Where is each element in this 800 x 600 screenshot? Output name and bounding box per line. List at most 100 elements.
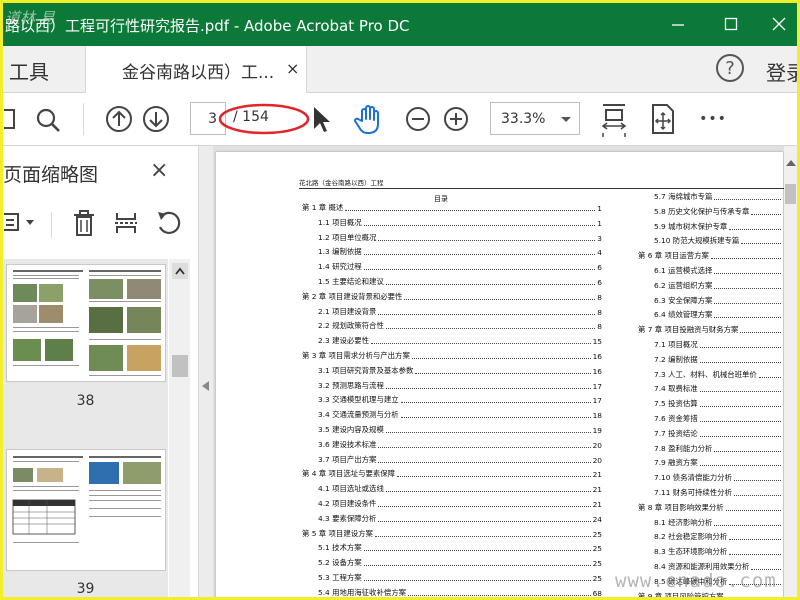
thumbnail-options-button[interactable] xyxy=(3,206,41,238)
toc-entry[interactable]: 7.3 人工、材料、机械台班单价 xyxy=(654,368,783,380)
more-tools-button[interactable]: ••• xyxy=(698,107,728,131)
document-scrollbar[interactable] xyxy=(784,146,797,597)
scrollbar-thumb[interactable] xyxy=(172,355,188,377)
minimize-button[interactable] xyxy=(659,9,697,39)
scroll-up-button[interactable] xyxy=(172,263,188,279)
toc-entry[interactable]: 6.2 运营组织方案 xyxy=(654,279,783,291)
toc-entry[interactable]: 第 2 章 项目建设背景和必要性 8 xyxy=(302,290,602,302)
toc-entry[interactable]: 5.2 设备方案 25 xyxy=(318,556,602,568)
tab-document[interactable]: 金谷南路以西）工... × xyxy=(85,46,307,93)
toc-entry[interactable]: 第 8 章 项目影响效果分析 xyxy=(638,501,783,513)
panel-splitter[interactable] xyxy=(199,146,213,597)
toc-entry[interactable]: 第 3 章 项目需求分析与产出方案 16 xyxy=(302,349,602,361)
toc-entry[interactable]: 第 6 章 项目运营方案 xyxy=(638,249,783,261)
toc-entry[interactable]: 第 7 章 项目投融资与财务方案 xyxy=(638,323,783,335)
toc-entry[interactable]: 2.3 建设必要性 15 xyxy=(318,334,602,346)
toc-entry-page: 1 xyxy=(597,218,602,228)
toc-entry[interactable]: 5.4 用地用海征收补偿方案 68 xyxy=(318,586,602,597)
tab-close-button[interactable]: × xyxy=(286,59,299,78)
toc-entry[interactable]: 8.3 生态环境影响分析 xyxy=(654,545,783,557)
delete-page-button[interactable] xyxy=(69,206,99,240)
toc-leader-dots xyxy=(699,361,781,363)
close-window-button[interactable] xyxy=(760,9,797,39)
previous-page-button[interactable] xyxy=(103,102,135,136)
toc-entry[interactable]: 4.3 要素保障分析 24 xyxy=(318,512,602,524)
scrollbar-thumb[interactable] xyxy=(785,184,796,204)
toc-entry[interactable]: 8.1 经济影响分析 xyxy=(654,516,783,528)
rotate-page-button[interactable] xyxy=(153,206,185,240)
toc-entry[interactable]: 3.4 交通流量预测与分析 18 xyxy=(318,408,602,420)
toc-entry[interactable]: 7.7 投资结论 xyxy=(654,427,783,439)
login-link[interactable]: 登录 xyxy=(766,57,797,86)
toc-leader-dots xyxy=(385,284,596,285)
toc-entry[interactable]: 7.11 财务可持续性分析 xyxy=(654,486,783,498)
hand-tool-button[interactable] xyxy=(351,101,387,137)
toc-leader-dots xyxy=(363,580,591,581)
toc-entry[interactable]: 3.5 建设内容及规模 19 xyxy=(318,423,602,435)
toc-entry[interactable]: 1.3 编制依据 4 xyxy=(318,245,602,257)
toc-entry[interactable]: 7.4 取费标准 xyxy=(654,382,783,394)
zoom-out-button[interactable] xyxy=(403,104,433,134)
toc-entry[interactable]: 5.1 技术方案 25 xyxy=(318,541,602,553)
rotate-icon xyxy=(158,211,181,234)
toc-entry[interactable]: 5.7 海绵城市专篇 xyxy=(654,190,783,202)
thumbnail-scrollbar[interactable] xyxy=(169,259,190,597)
toc-entry[interactable]: 6.3 安全保障方案 xyxy=(654,294,783,306)
search-button[interactable] xyxy=(31,103,65,137)
toc-entry[interactable]: 6.1 运营模式选择 xyxy=(654,264,783,276)
toc-entry-page: 24 xyxy=(592,514,602,524)
toc-entry[interactable]: 7.5 投资估算 xyxy=(654,397,783,409)
toc-entry[interactable]: 第 5 章 项目建设方案 25 xyxy=(302,527,602,539)
zoom-select[interactable]: 33.3% xyxy=(490,102,580,135)
select-tool-button[interactable] xyxy=(308,102,334,136)
toc-leader-dots xyxy=(714,450,781,452)
toc-entry[interactable]: 第 1 章 概述 1 xyxy=(302,201,602,213)
next-page-button[interactable] xyxy=(140,102,172,136)
tab-tools[interactable]: 工具 xyxy=(9,56,49,85)
toc-entry[interactable]: 2.1 项目建设背景 8 xyxy=(318,305,602,317)
toc-entry[interactable]: 1.4 研究过程 6 xyxy=(318,260,602,272)
toc-entry[interactable]: 5.10 防范大规模拆建专篇 xyxy=(654,234,783,246)
toc-entry[interactable]: 5.3 工程方案 25 xyxy=(318,571,602,583)
toc-entry[interactable]: 6.4 绩效管理方案 xyxy=(654,308,783,320)
sidebar-toggle-button[interactable] xyxy=(3,105,17,133)
toc-entry[interactable]: 4.1 项目选址或选线 21 xyxy=(318,482,602,494)
extract-page-button[interactable] xyxy=(111,206,141,240)
toc-entry[interactable]: 3.6 建设技术标准 20 xyxy=(318,438,602,450)
toc-entry[interactable]: 7.2 编制依据 xyxy=(654,353,783,365)
toc-leader-dots xyxy=(699,347,781,348)
toc-entry[interactable]: 3.1 项目研究背景及基本参数 16 xyxy=(318,364,602,376)
toc-entry[interactable]: 5.9 城市树木保护专章 xyxy=(654,220,783,232)
toolbar-divider xyxy=(83,103,84,135)
toc-entry[interactable]: 7.1 项目概况 xyxy=(654,338,783,350)
zoom-in-button[interactable] xyxy=(441,104,471,134)
toc-entry[interactable]: 7.6 资金筹措 xyxy=(654,412,783,424)
maximize-button[interactable] xyxy=(712,9,750,39)
thumbnail-page-number: 39 xyxy=(76,581,95,597)
toc-entry[interactable]: 3.2 预测思路与流程 17 xyxy=(318,379,602,391)
toc-entry[interactable]: 1.2 项目单位概况 3 xyxy=(318,231,602,243)
toc-entry[interactable]: 第 4 章 项目选址与要素保障 21 xyxy=(302,467,602,479)
toc-entry[interactable]: 7.10 债务清偿能力分析 xyxy=(654,471,783,483)
toc-entry[interactable]: 3.3 交通模型机理与建立 17 xyxy=(318,393,602,405)
toc-entry[interactable]: 5.8 历史文化保护与传承专章 xyxy=(654,205,783,217)
toc-entry-label: 7.4 取费标准 xyxy=(654,384,698,394)
toc-entry[interactable]: 1.5 主要结论和建议 6 xyxy=(318,275,602,287)
toc-entry[interactable]: 1.1 项目概况 1 xyxy=(318,216,602,228)
toc-entry[interactable]: 7.8 盈利能力分析 xyxy=(654,442,783,454)
toc-entry-page: 21 xyxy=(592,470,602,480)
full-screen-button[interactable] xyxy=(648,101,678,137)
toc-entry[interactable]: 3.7 项目产出方案 20 xyxy=(318,453,602,465)
panel-close-button[interactable]: × xyxy=(150,158,168,183)
toc-entry[interactable]: 2.2 规划政策符合性 8 xyxy=(318,319,602,331)
toc-entry[interactable]: 7.9 融资方案 xyxy=(654,456,783,468)
toc-entry[interactable]: 8.2 社会稳定影响分析 xyxy=(654,530,783,542)
collapse-arrow-icon[interactable] xyxy=(202,381,209,391)
toc-entry[interactable]: 4.2 项目建设条件 21 xyxy=(318,497,602,509)
scroll-up-icon[interactable] xyxy=(786,160,796,166)
thumbnail-page-39[interactable] xyxy=(6,449,166,571)
help-button[interactable]: ? xyxy=(716,54,744,82)
toc-entry-label: 1.3 编制依据 xyxy=(318,247,362,257)
thumbnail-page-38[interactable] xyxy=(6,264,166,382)
fit-page-button[interactable] xyxy=(599,100,629,140)
